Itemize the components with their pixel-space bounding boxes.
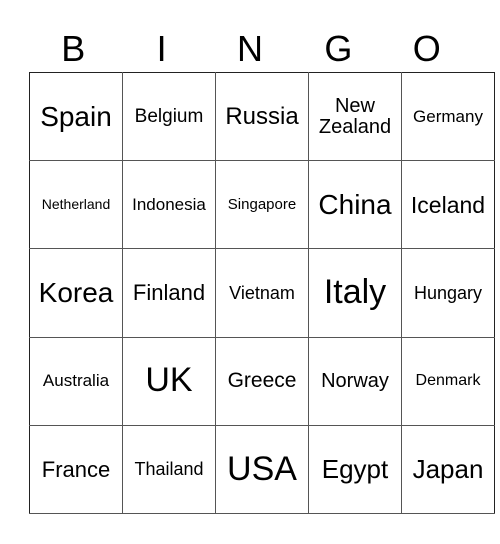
bingo-cell[interactable]: Belgium bbox=[122, 71, 216, 162]
grid-row: France Thailand USA Egypt Japan bbox=[29, 424, 495, 515]
bingo-cell[interactable]: Denmark bbox=[401, 336, 495, 426]
header-letter-b: B bbox=[61, 28, 86, 69]
header-letter-i: I bbox=[156, 28, 167, 69]
bingo-cell[interactable]: Thailand bbox=[122, 424, 216, 515]
bingo-cell[interactable]: Egypt bbox=[308, 424, 402, 515]
bingo-cell[interactable]: Korea bbox=[29, 248, 123, 338]
bingo-grid: Spain Belgium Russia New Zealand Germany Neth… bbox=[29, 71, 495, 515]
bingo-cell[interactable]: France bbox=[29, 424, 123, 515]
bingo-cell[interactable]: Vietnam bbox=[215, 248, 309, 338]
grid-row: Spain Belgium Russia New Zealand Germany bbox=[29, 71, 495, 162]
grid-row: Australia UK Greece Norway Denmark bbox=[29, 336, 495, 426]
grid-row: Korea Finland Vietnam Italy Hungary bbox=[29, 248, 495, 338]
bingo-header: B I N G O bbox=[29, 28, 471, 70]
header-letter-g: G bbox=[324, 28, 353, 69]
bingo-cell[interactable]: Singapore bbox=[215, 160, 309, 250]
header-letter-o: O bbox=[412, 28, 441, 69]
bingo-cell[interactable]: New Zealand bbox=[308, 71, 402, 162]
bingo-cell[interactable]: Hungary bbox=[401, 248, 495, 338]
bingo-cell[interactable]: Italy bbox=[308, 248, 402, 338]
bingo-cell[interactable]: Spain bbox=[29, 71, 123, 162]
bingo-cell[interactable]: Iceland bbox=[401, 160, 495, 250]
bingo-cell[interactable]: Norway bbox=[308, 336, 402, 426]
bingo-cell[interactable]: Japan bbox=[401, 424, 495, 515]
bingo-cell[interactable]: Russia bbox=[215, 71, 309, 162]
bingo-cell[interactable]: China bbox=[308, 160, 402, 250]
grid-row: Netherland Indonesia Singapore China Iceland bbox=[29, 160, 495, 250]
header-letter-n: N bbox=[236, 28, 263, 69]
bingo-cell[interactable]: USA bbox=[215, 424, 309, 515]
bingo-cell[interactable]: Greece bbox=[215, 336, 309, 426]
bingo-cell[interactable]: Germany bbox=[401, 71, 495, 162]
bingo-cell[interactable]: Indonesia bbox=[122, 160, 216, 250]
bingo-cell[interactable]: UK bbox=[122, 336, 216, 426]
bingo-cell[interactable]: Finland bbox=[122, 248, 216, 338]
bingo-cell[interactable]: Netherland bbox=[29, 160, 123, 250]
bingo-cell[interactable]: Australia bbox=[29, 336, 123, 426]
